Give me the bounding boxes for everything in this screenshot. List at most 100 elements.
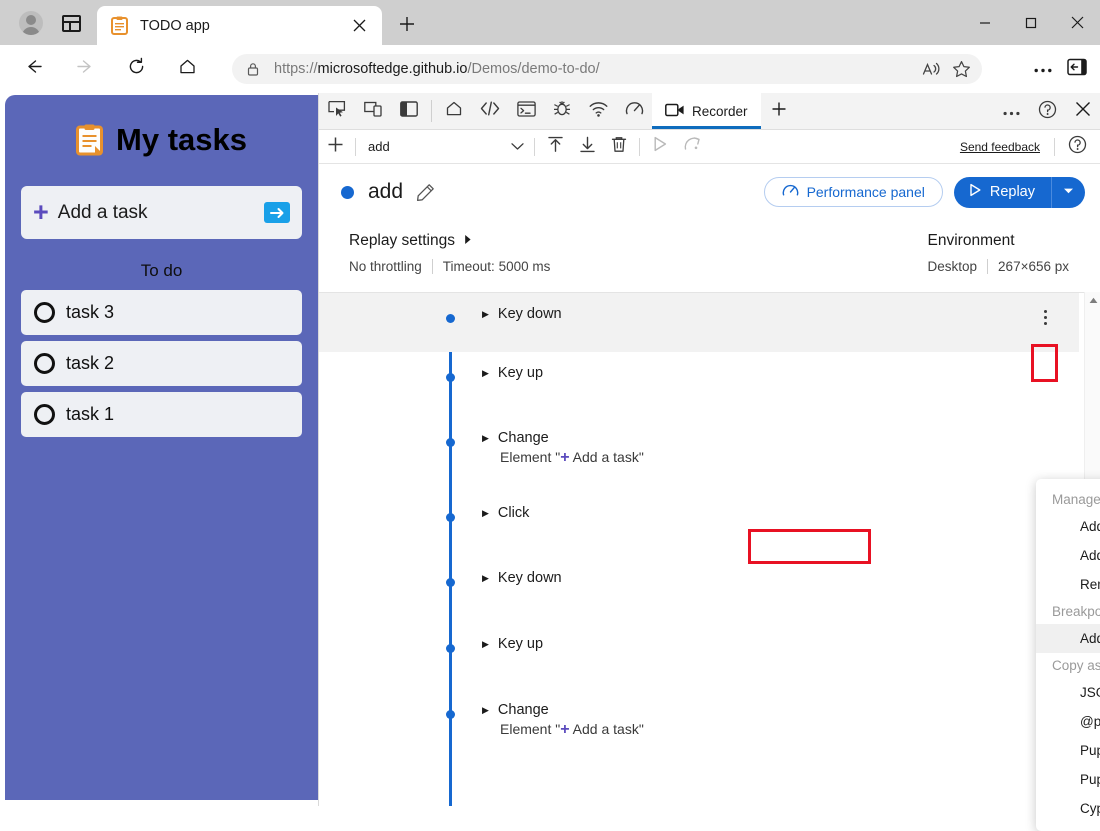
close-button[interactable] (1054, 0, 1100, 45)
network-panel-button[interactable] (580, 93, 616, 129)
divider (639, 138, 640, 156)
browser-tab[interactable]: TODO app (97, 6, 382, 45)
step-row[interactable]: ▶ Key up (319, 623, 1079, 689)
sources-panel-button[interactable] (544, 93, 580, 129)
forward-button[interactable] (69, 53, 101, 85)
read-aloud-icon[interactable] (916, 56, 946, 82)
step-title[interactable]: ▶ Key down (482, 306, 562, 322)
replay-options-button[interactable] (1051, 177, 1085, 208)
step-row[interactable]: ▶ Key down (319, 557, 1079, 623)
caret-right-icon: ▶ (482, 434, 489, 443)
sidebar-toggle-button[interactable] (1060, 53, 1094, 85)
replay-recording-button[interactable] (644, 134, 676, 160)
menu-item-copy-as-puppeteer[interactable]: Puppeteer (1036, 736, 1100, 765)
circle-unchecked-icon[interactable] (34, 302, 55, 323)
circle-unchecked-icon[interactable] (34, 404, 55, 425)
network-icon (589, 101, 608, 122)
task-item[interactable]: task 1 (21, 392, 302, 437)
menu-item-remove-step[interactable]: Remove step (1036, 570, 1100, 599)
step-row[interactable]: ▶ Key up (319, 352, 1079, 417)
lock-icon (246, 62, 266, 77)
add-task-input[interactable]: + Add a task (21, 186, 302, 239)
replay-settings[interactable]: Replay settings No throttling Timeout: 5… (349, 232, 550, 292)
new-tab-button[interactable] (392, 11, 422, 41)
step-title[interactable]: ▶ Change (482, 430, 644, 446)
recording-select[interactable]: add (360, 134, 530, 160)
devtools-help-button[interactable] (1029, 100, 1065, 124)
device-toolbar-button[interactable] (355, 93, 391, 129)
help-icon (1038, 100, 1057, 124)
dock-sidebar-button[interactable] (391, 93, 427, 129)
caret-right-icon: ▶ (482, 369, 489, 378)
browser-settings-button[interactable] (1026, 53, 1060, 85)
step-title[interactable]: ▶ Click (482, 505, 529, 521)
task-item[interactable]: task 2 (21, 341, 302, 386)
step-title[interactable]: ▶ Change (482, 702, 644, 718)
replay-button[interactable]: Replay (954, 177, 1051, 208)
devtools-home-button[interactable] (436, 93, 472, 129)
home-button[interactable] (171, 53, 203, 85)
task-item[interactable]: task 3 (21, 290, 302, 335)
console-panel-button[interactable] (508, 93, 544, 129)
step-title[interactable]: ▶ Key up (482, 636, 543, 652)
reload-button[interactable] (120, 53, 152, 85)
import-recording-button[interactable] (539, 134, 571, 160)
add-task-submit-button[interactable] (264, 202, 290, 223)
tab-recorder[interactable]: Recorder (652, 93, 761, 129)
export-recording-button[interactable] (571, 134, 603, 160)
devtools-panel: Recorder (318, 93, 1100, 806)
add-panel-button[interactable] (761, 93, 797, 129)
star-icon[interactable] (946, 56, 976, 82)
devtools-more-button[interactable] (993, 103, 1029, 121)
send-feedback-link[interactable]: Send feedback (960, 140, 1048, 154)
continue-replay-button[interactable] (676, 134, 708, 160)
help-icon (1068, 135, 1087, 159)
caret-right-icon: ▶ (482, 706, 489, 715)
profile-button[interactable] (15, 8, 47, 38)
performance-panel-button[interactable]: Performance panel (764, 177, 943, 207)
elements-panel-button[interactable] (472, 93, 508, 129)
menu-item-copy-as-json[interactable]: JSON (1036, 678, 1100, 707)
menu-item-copy-as-cypress-test[interactable]: Cypress Test (1036, 794, 1100, 823)
replay-settings-header[interactable]: Replay settings (349, 232, 550, 250)
step-row[interactable]: ▶ Click (319, 492, 1079, 557)
minimize-button[interactable] (962, 0, 1008, 45)
step-sub-prefix: Element " (500, 449, 560, 465)
address-bar[interactable]: https://microsoftedge.github.io/Demos/de… (232, 54, 982, 84)
avatar-icon (19, 11, 43, 35)
menu-item-add-step-after[interactable]: Add step after (1036, 541, 1100, 570)
pencil-icon[interactable] (416, 183, 435, 202)
add-recording-button[interactable] (319, 134, 351, 160)
step-row[interactable]: ▶ Key down (319, 293, 1079, 352)
step-row[interactable]: ▶ Change Element "+ Add a task" (319, 417, 1079, 492)
plus-icon: + (33, 199, 49, 226)
step-menu-button[interactable] (1033, 304, 1057, 330)
menu-item-add-breakpoint[interactable]: Add breakpoint (1036, 624, 1100, 653)
maximize-button[interactable] (1008, 0, 1054, 45)
reload-icon (127, 57, 146, 81)
inspect-element-button[interactable] (319, 93, 355, 129)
home-icon (445, 100, 463, 122)
step-sub-prefix: Element " (500, 721, 560, 737)
replay-settings-title: Replay settings (349, 232, 455, 250)
tab-strip-button[interactable] (56, 9, 86, 37)
recorder-help-button[interactable] (1061, 134, 1093, 160)
recording-header-actions: Performance panel Replay (764, 177, 1085, 208)
step-body: ▶ Change Element "+ Add a task" (482, 689, 644, 739)
menu-item-add-step-before[interactable]: Add step before (1036, 512, 1100, 541)
performance-panel-button[interactable] (616, 93, 652, 129)
step-marker (442, 509, 459, 526)
back-button[interactable] (17, 53, 49, 85)
circle-unchecked-icon[interactable] (34, 353, 55, 374)
step-subtitle: Element "+ Add a task" (500, 721, 644, 739)
recording-name: add (368, 180, 403, 204)
scroll-up-button[interactable] (1085, 292, 1100, 308)
step-row[interactable]: ▶ Change Element "+ Add a task" (319, 689, 1079, 764)
menu-item-copy-as-puppeteer-lighthouse[interactable]: Puppeteer (including Lighthouse analysis… (1036, 765, 1100, 794)
menu-item-copy-as-puppeteer-replay[interactable]: @puppeteer/replay (1036, 707, 1100, 736)
step-title[interactable]: ▶ Key down (482, 570, 562, 586)
close-icon[interactable] (346, 13, 372, 39)
delete-recording-button[interactable] (603, 134, 635, 160)
devtools-close-button[interactable] (1065, 101, 1100, 122)
step-title[interactable]: ▶ Key up (482, 365, 543, 381)
